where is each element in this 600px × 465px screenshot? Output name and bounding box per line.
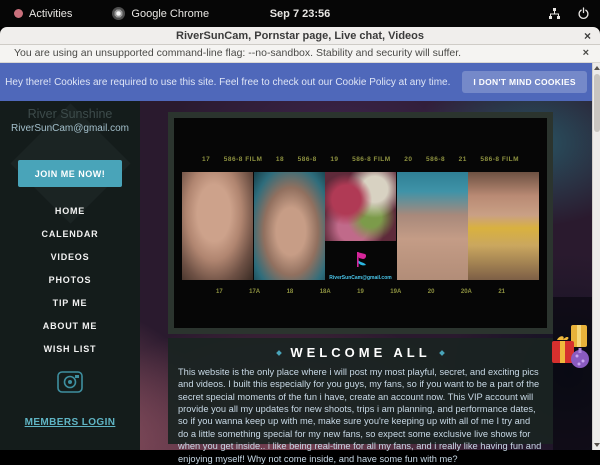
film-label: 586-8 FILM xyxy=(224,156,263,163)
infobar-message: You are using an unsupported command-lin… xyxy=(14,47,461,59)
photo-thumbnails: RiverSunCam@gmail.com xyxy=(174,163,547,281)
chrome-infobar: You are using an unsupported command-lin… xyxy=(0,45,600,63)
system-top-bar: Activities Google Chrome Sep 7 23:56 xyxy=(0,0,600,27)
photo-thumbnail-2[interactable] xyxy=(254,172,325,280)
cookie-message: Hey there! Cookies are required to use t… xyxy=(5,77,450,88)
join-me-now-button[interactable]: JOIN ME NOW! xyxy=(18,160,122,187)
photo-thumbnail-4[interactable] xyxy=(397,172,468,280)
sidebar-item-home[interactable]: HOME xyxy=(0,199,140,222)
film-frame-number: 17 xyxy=(216,289,223,295)
infobar-close-icon[interactable]: × xyxy=(583,45,589,62)
film-label: 17 xyxy=(202,156,210,163)
welcome-title: WELCOME ALL xyxy=(290,345,430,360)
film-frame-number: 21 xyxy=(498,289,505,295)
diamond-icon xyxy=(277,350,283,356)
film-label: 21 xyxy=(459,156,467,163)
profile-name: River Sunshine xyxy=(0,107,140,121)
film-frame-number: 20 xyxy=(428,289,435,295)
film-frame-number: 17A xyxy=(249,289,260,295)
film-strip-top-edge: 17 586-8 FILM 18 586-8 19 586-8 FILM 20 … xyxy=(174,118,547,163)
welcome-section: WELCOME ALL This website is the only pla… xyxy=(168,338,553,444)
film-frame-number: 19A xyxy=(390,289,401,295)
welcome-text: This website is the only place where i w… xyxy=(178,366,543,465)
film-strip: 17 586-8 FILM 18 586-8 19 586-8 FILM 20 … xyxy=(168,112,553,334)
window-title: RiverSunCam, Pornstar page, Live chat, V… xyxy=(176,30,424,42)
photo-thumbnail-3[interactable] xyxy=(325,172,396,241)
cookie-accept-button[interactable]: I DON'T MIND COOKIES xyxy=(462,71,586,93)
sidebar-item-calendar[interactable]: CALENDAR xyxy=(0,222,140,245)
sidebar-item-tip-me[interactable]: TIP ME xyxy=(0,291,140,314)
sidebar-item-about-me[interactable]: ABOUT ME xyxy=(0,314,140,337)
sidebar-item-photos[interactable]: PHOTOS xyxy=(0,268,140,291)
film-frame-number: 18 xyxy=(287,289,294,295)
diamond-icon xyxy=(439,350,445,356)
film-frame-number: 20A xyxy=(461,289,472,295)
sidebar: River Sunshine RiverSunCam@gmail.com JOI… xyxy=(0,101,140,450)
window-title-bar: RiverSunCam, Pornstar page, Live chat, V… xyxy=(0,27,600,45)
window-close-icon[interactable]: × xyxy=(584,27,591,45)
scrollbar-thumb[interactable] xyxy=(594,74,600,132)
film-label: 20 xyxy=(404,156,412,163)
scrollbar[interactable] xyxy=(592,63,600,450)
film-label: 586-8 FILM xyxy=(352,156,391,163)
film-label: 586-8 xyxy=(426,156,445,163)
camera-icon[interactable] xyxy=(56,368,84,399)
sidebar-menu: HOME CALENDAR VIDEOS PHOTOS TIP ME ABOUT… xyxy=(0,199,140,360)
site-logo[interactable]: RiverSunCam@gmail.com xyxy=(329,251,391,281)
photo-thumbnail-1[interactable] xyxy=(182,172,253,280)
sidebar-item-videos[interactable]: VIDEOS xyxy=(0,245,140,268)
clock[interactable]: Sep 7 23:56 xyxy=(0,8,600,20)
film-label: 19 xyxy=(330,156,338,163)
film-label: 18 xyxy=(276,156,284,163)
film-strip-bottom-edge: 17 17A 18 18A 19 19A 20 20A 21 xyxy=(174,281,547,295)
film-label: 586-8 FILM xyxy=(480,156,519,163)
logo-caption: RiverSunCam@gmail.com xyxy=(329,275,391,281)
network-icon[interactable] xyxy=(548,7,561,20)
power-icon[interactable] xyxy=(577,7,590,20)
scroll-down-icon[interactable] xyxy=(593,440,600,450)
film-frame-number: 19 xyxy=(357,289,364,295)
cookie-consent-bar: Hey there! Cookies are required to use t… xyxy=(0,63,592,101)
film-frame-number: 18A xyxy=(320,289,331,295)
photo-thumbnail-5[interactable] xyxy=(468,172,539,280)
members-login-link[interactable]: MEMBERS LOGIN xyxy=(0,417,140,428)
gifts-image xyxy=(549,323,591,380)
sidebar-item-wish-list[interactable]: WISH LIST xyxy=(0,337,140,360)
profile-email: RiverSunCam@gmail.com xyxy=(0,123,140,134)
scroll-up-icon[interactable] xyxy=(593,63,600,73)
film-label: 586-8 xyxy=(298,156,317,163)
page-background: River Sunshine RiverSunCam@gmail.com JOI… xyxy=(0,101,592,450)
